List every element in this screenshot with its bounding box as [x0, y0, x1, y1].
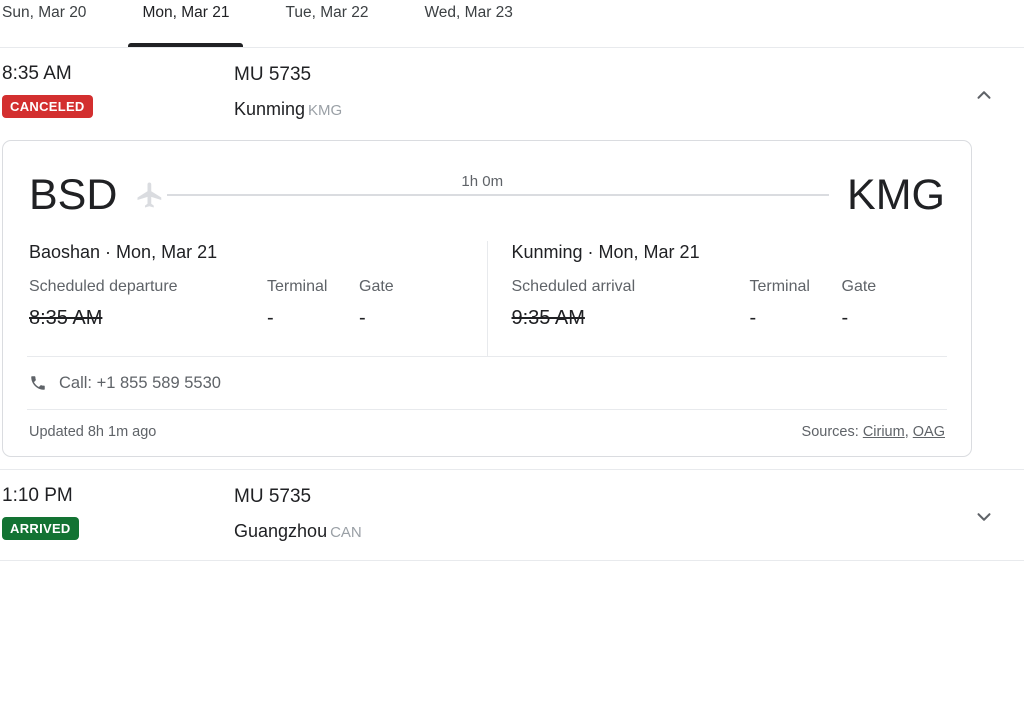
flight-number: MU 5735	[234, 486, 312, 507]
source-link-cirium[interactable]: Cirium	[863, 424, 905, 440]
flight-expand-toggle[interactable]	[944, 62, 1024, 106]
departure-fields: Scheduled departure 8:35 AM Terminal - G…	[29, 277, 463, 330]
date-tab-mon-mar-21[interactable]: Mon, Mar 21	[114, 0, 257, 47]
card-bottom-spacer	[0, 457, 1024, 469]
last-updated-text: Updated 8h 1m ago	[29, 424, 157, 440]
arrival-terminal-value: -	[749, 307, 757, 329]
destination-city: Guangzhou	[234, 521, 328, 541]
arrival-gate-value: -	[841, 307, 849, 329]
origin-airport-code: BSD	[29, 171, 118, 219]
arrival-leg: Kunming · Mon, Mar 21 Scheduled arrival …	[486, 241, 946, 356]
route-line	[167, 194, 830, 196]
date-tab-wed-mar-23[interactable]: Wed, Mar 23	[396, 0, 540, 47]
date-tab-tue-mar-22[interactable]: Tue, Mar 22	[257, 0, 396, 47]
route-header: BSD 1h 0m KMG	[3, 141, 971, 241]
airplane-icon	[137, 182, 162, 208]
flight-number: MU 5735	[234, 64, 312, 85]
arrival-time-label: Scheduled arrival	[511, 278, 636, 295]
departure-time-field: Scheduled departure 8:35 AM	[29, 277, 267, 330]
status-badge-arrived: ARRIVED	[2, 517, 79, 540]
phone-icon	[31, 376, 45, 390]
flight-row-canceled[interactable]: 8:35 AM CANCELED MU 5735 Kunming KMG	[0, 48, 1024, 138]
date-tabs-bar: Sun, Mar 20 Mon, Mar 21 Tue, Mar 22 Wed,…	[0, 0, 1024, 48]
arrival-time-field: Scheduled arrival 9:35 AM	[512, 277, 750, 330]
departure-leg: Baoshan · Mon, Mar 21 Scheduled departur…	[29, 241, 487, 356]
flight-expand-toggle[interactable]	[944, 484, 1024, 528]
departure-time-label: Scheduled departure	[29, 278, 178, 295]
route-line-group: 1h 0m	[135, 171, 830, 219]
departure-time-value: 8:35 AM	[29, 307, 103, 329]
flight-departure-time: 8:35 AM	[2, 63, 72, 84]
card-footer: Updated 8h 1m ago Sources: Cirium, OAG	[3, 410, 971, 456]
date-tab-sun-mar-20[interactable]: Sun, Mar 20	[0, 0, 114, 47]
date-tab-label: Tue, Mar 22	[285, 4, 369, 21]
departure-terminal-field: Terminal -	[267, 277, 359, 330]
arrival-title: Kunming · Mon, Mar 21	[511, 242, 700, 262]
flight-time-column: 8:35 AM CANCELED	[0, 62, 234, 118]
call-airline-row[interactable]: Call: +1 855 589 5530	[3, 357, 971, 409]
arrival-terminal-label: Terminal	[749, 278, 810, 295]
flight-departure-time: 1:10 PM	[2, 485, 73, 506]
call-phone-number: Call: +1 855 589 5530	[59, 374, 221, 392]
chevron-up-icon	[977, 91, 991, 99]
departure-terminal-value: -	[267, 307, 274, 329]
source-link-oag[interactable]: OAG	[913, 424, 945, 440]
flight-duration: 1h 0m	[461, 173, 504, 190]
arrival-fields: Scheduled arrival 9:35 AM Terminal - Gat…	[512, 277, 946, 330]
destination-city: Kunming	[234, 99, 306, 119]
flight-legs: Baoshan · Mon, Mar 21 Scheduled departur…	[3, 241, 971, 356]
flight-time-column: 1:10 PM ARRIVED	[0, 484, 234, 540]
date-tab-label: Mon, Mar 21	[142, 4, 230, 21]
departure-gate-value: -	[359, 307, 366, 329]
destination-iata-code: CAN	[330, 524, 362, 541]
departure-gate-field: Gate -	[359, 277, 419, 330]
flight-row-arrived[interactable]: 1:10 PM ARRIVED MU 5735 Guangzhou CAN	[0, 470, 1024, 560]
sources-label: Sources:	[801, 424, 859, 440]
destination-iata-code: KMG	[308, 102, 343, 119]
departure-title: Baoshan · Mon, Mar 21	[29, 242, 218, 262]
sources-separator: ,	[904, 424, 909, 440]
flight-info-column: MU 5735 Kunming KMG	[234, 62, 944, 122]
flight-destination: Guangzhou CAN	[234, 520, 944, 544]
date-tab-label: Sun, Mar 20	[2, 4, 87, 21]
active-tab-underline	[128, 43, 244, 47]
chevron-down-icon	[977, 513, 991, 521]
flight-info-column: MU 5735 Guangzhou CAN	[234, 484, 944, 544]
arrival-terminal-field: Terminal -	[750, 277, 842, 330]
departure-terminal-label: Terminal	[267, 278, 328, 295]
arrival-gate-field: Gate -	[842, 277, 902, 330]
status-badge-canceled: CANCELED	[2, 95, 93, 118]
departure-gate-label: Gate	[359, 278, 394, 295]
flight-detail-card: BSD 1h 0m KMG Baoshan · Mon, Mar 21 Sche…	[2, 140, 972, 457]
destination-airport-code: KMG	[847, 171, 945, 219]
sources-attribution: Sources: Cirium, OAG	[802, 424, 945, 440]
row-divider-bottom	[0, 560, 1024, 561]
flight-destination: Kunming KMG	[234, 98, 944, 122]
arrival-time-value: 9:35 AM	[511, 307, 585, 329]
arrival-gate-label: Gate	[841, 278, 877, 295]
date-tab-label: Wed, Mar 23	[424, 4, 513, 21]
